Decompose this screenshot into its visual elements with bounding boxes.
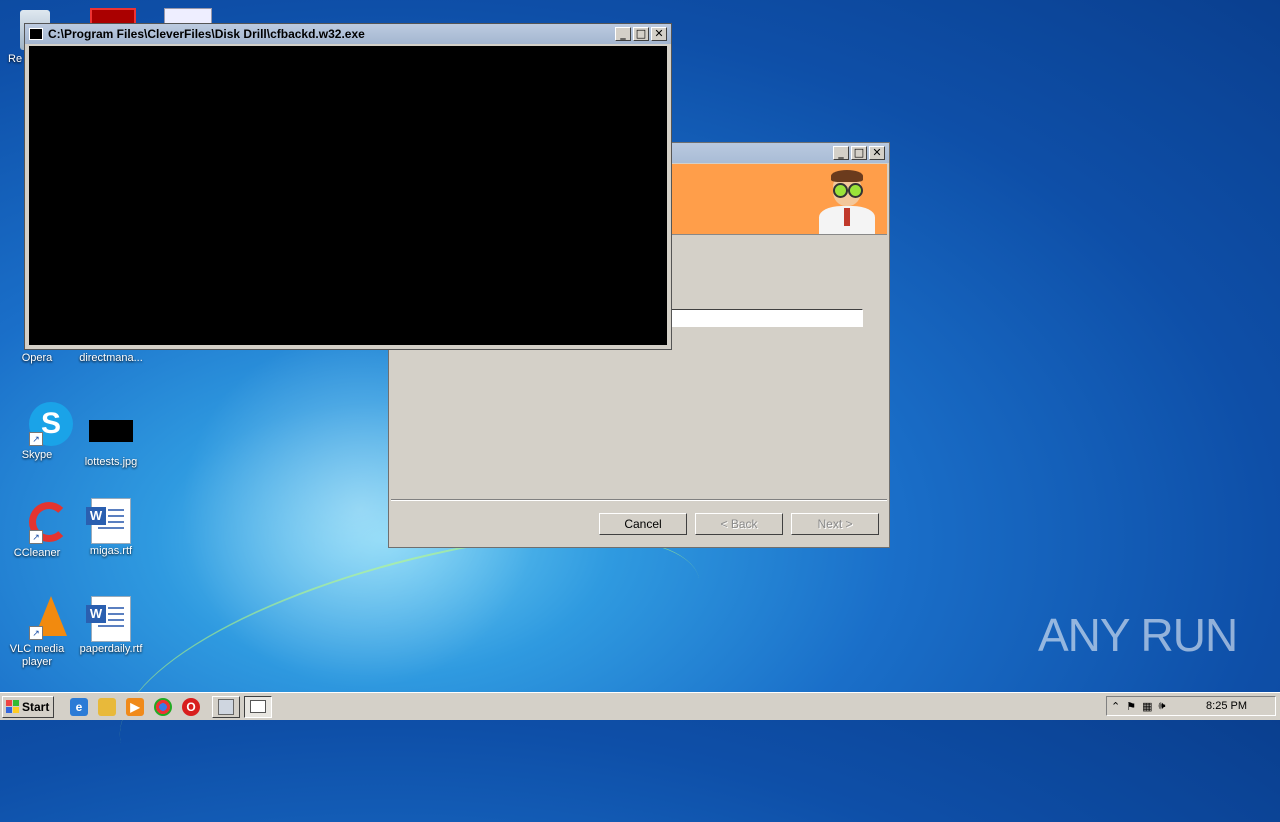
desktop-icon-label: CCleaner xyxy=(13,547,61,559)
taskbar: Start e ▶ O ⌃ ⚑ ▦ 🕪 8:25 PM xyxy=(0,692,1280,720)
explorer-icon[interactable] xyxy=(98,697,116,716)
desktop-icon-directmana[interactable]: directmana... xyxy=(74,352,148,365)
desktop-icon-label: directmana... xyxy=(79,352,143,364)
word-doc-icon: W xyxy=(86,596,133,642)
desktop-icon-migas[interactable]: W migas.rtf xyxy=(74,498,148,558)
opera-icon[interactable]: O xyxy=(182,697,200,716)
anyrun-watermark: ANY RUN xyxy=(1038,608,1238,662)
desktop-icon-vlc[interactable]: ↗ VLC media player xyxy=(0,596,74,669)
taskbar-installer-button[interactable] xyxy=(212,695,240,718)
flag-icon[interactable]: ⚑ xyxy=(1126,700,1136,713)
cancel-button[interactable]: Cancel xyxy=(599,513,687,535)
chrome-icon[interactable] xyxy=(154,697,172,716)
system-tray: ⌃ ⚑ ▦ 🕪 8:25 PM xyxy=(1106,696,1276,716)
windows-logo-icon xyxy=(6,699,20,714)
next-button[interactable]: Next > xyxy=(791,513,879,535)
quick-launch: e ▶ O xyxy=(70,697,200,716)
desktop-icon-label: Skype xyxy=(21,449,53,461)
close-button[interactable]: ✕ xyxy=(869,146,885,160)
network-icon[interactable]: ▦ xyxy=(1142,700,1152,713)
show-hidden-icons-icon[interactable]: ⌃ xyxy=(1111,700,1120,713)
clock[interactable]: 8:25 PM xyxy=(1206,700,1247,712)
desktop-icon-label: lottests.jpg xyxy=(84,456,138,468)
skype-icon: S ↗ xyxy=(15,402,73,446)
minimize-button[interactable]: _ xyxy=(615,27,631,41)
back-button[interactable]: < Back xyxy=(695,513,783,535)
start-button[interactable]: Start xyxy=(2,695,54,718)
button-separator xyxy=(391,499,887,501)
image-file-icon xyxy=(89,420,133,442)
console-screen[interactable] xyxy=(29,46,667,345)
console-task-icon xyxy=(250,700,266,713)
maximize-button[interactable]: □ xyxy=(851,146,867,160)
ie-icon[interactable]: e xyxy=(70,697,88,716)
doctor-mascot-icon xyxy=(815,168,879,234)
console-title: C:\Program Files\CleverFiles\Disk Drill\… xyxy=(48,27,365,41)
minimize-button[interactable]: _ xyxy=(833,146,849,160)
shortcut-arrow-icon: ↗ xyxy=(29,432,43,446)
desktop-icon-label: paperdaily.rtf xyxy=(79,643,143,655)
console-app-icon xyxy=(29,28,43,40)
taskbar-console-button[interactable] xyxy=(244,695,272,718)
word-doc-icon: W xyxy=(86,498,133,544)
volume-icon[interactable]: 🕪 xyxy=(1159,700,1166,713)
console-window[interactable]: C:\Program Files\CleverFiles\Disk Drill\… xyxy=(24,23,672,350)
desktop-icon-label: migas.rtf xyxy=(89,545,133,557)
ccleaner-icon: ↗ xyxy=(15,500,69,544)
media-icon[interactable]: ▶ xyxy=(126,697,144,716)
watermark-text: ANY RUN xyxy=(1038,609,1238,661)
desktop-icon-skype[interactable]: S ↗ Skype xyxy=(0,402,74,462)
close-button[interactable]: ✕ xyxy=(651,27,667,41)
vlc-icon: ↗ xyxy=(15,596,67,640)
shortcut-arrow-icon: ↗ xyxy=(29,626,43,640)
desktop-icon-lottests[interactable]: lottests.jpg xyxy=(74,420,148,469)
desktop-icon-paperdaily[interactable]: W paperdaily.rtf xyxy=(74,596,148,656)
console-titlebar[interactable]: C:\Program Files\CleverFiles\Disk Drill\… xyxy=(25,24,671,44)
shortcut-arrow-icon: ↗ xyxy=(29,530,43,544)
desktop-icon-ccleaner[interactable]: ↗ CCleaner xyxy=(0,500,74,560)
installer-task-icon xyxy=(218,698,234,715)
desktop-icon-label: VLC media player xyxy=(9,643,65,668)
maximize-button[interactable]: □ xyxy=(633,27,649,41)
desktop-icon-label: Opera xyxy=(21,352,53,364)
start-label: Start xyxy=(22,699,50,714)
